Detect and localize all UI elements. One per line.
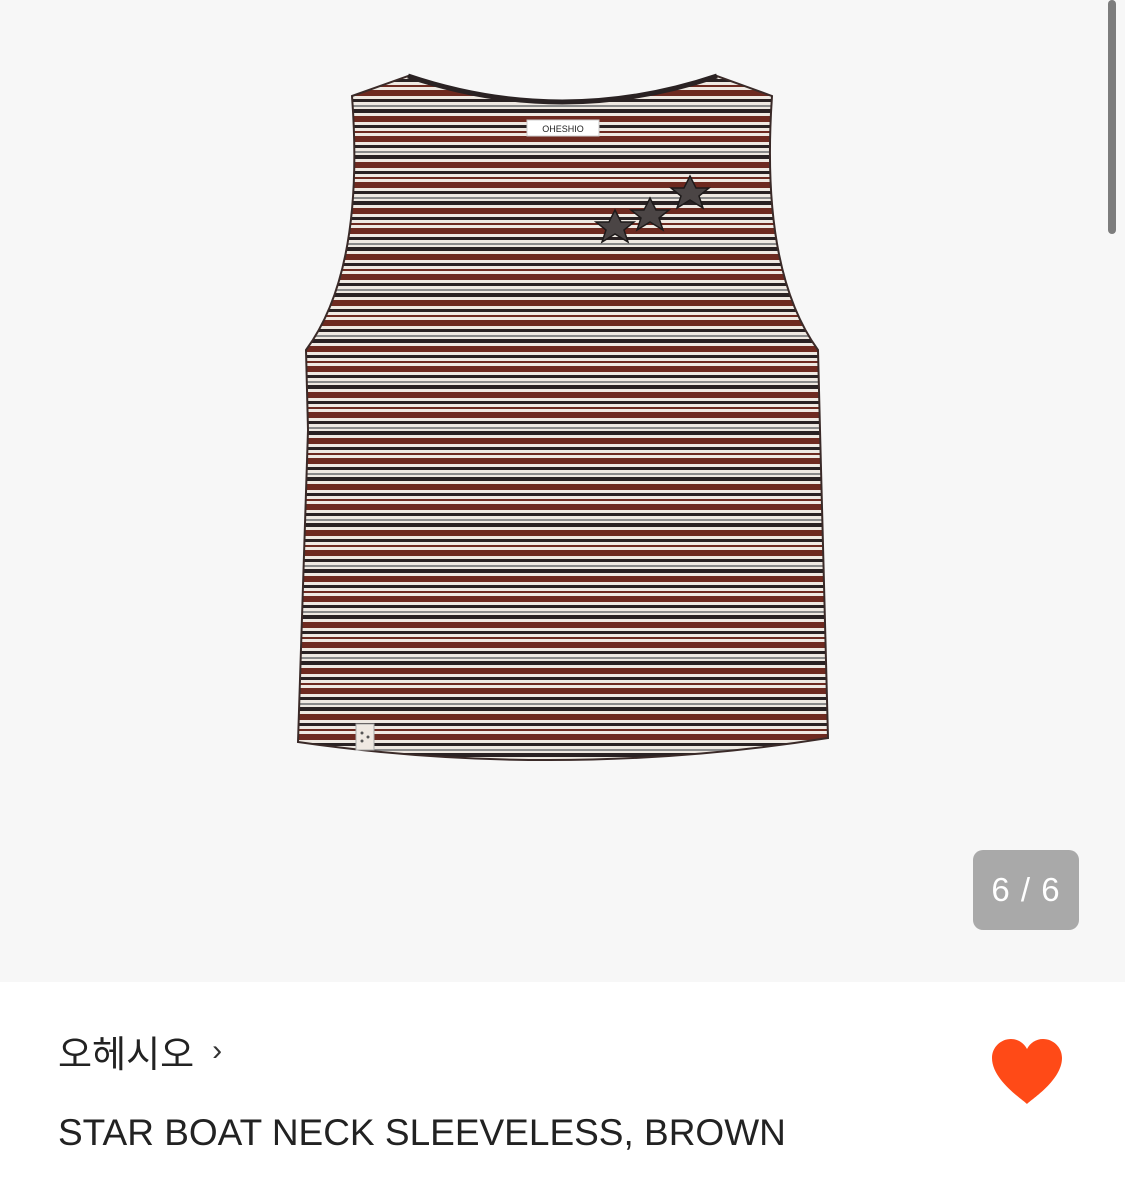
- image-counter-badge: 6 / 6: [973, 850, 1079, 930]
- product-title: STAR BOAT NECK SLEEVELESS, BROWN: [58, 1112, 786, 1153]
- brand-name: 오헤시오: [58, 1034, 195, 1075]
- product-image-gallery[interactable]: OHESHIO 6 / 6: [0, 0, 1125, 982]
- product-info: 오헤시오 › STAR BOAT NECK SLEEVELESS, BROWN: [0, 982, 1125, 1178]
- brand-link[interactable]: 오헤시오 ›: [58, 1024, 222, 1078]
- product-image[interactable]: OHESHIO: [290, 70, 835, 770]
- chevron-right-icon: ›: [212, 1034, 223, 1067]
- heart-icon[interactable]: [990, 1038, 1064, 1106]
- neck-label-text: OHESHIO: [542, 124, 584, 134]
- page-scrollbar[interactable]: [1108, 0, 1116, 234]
